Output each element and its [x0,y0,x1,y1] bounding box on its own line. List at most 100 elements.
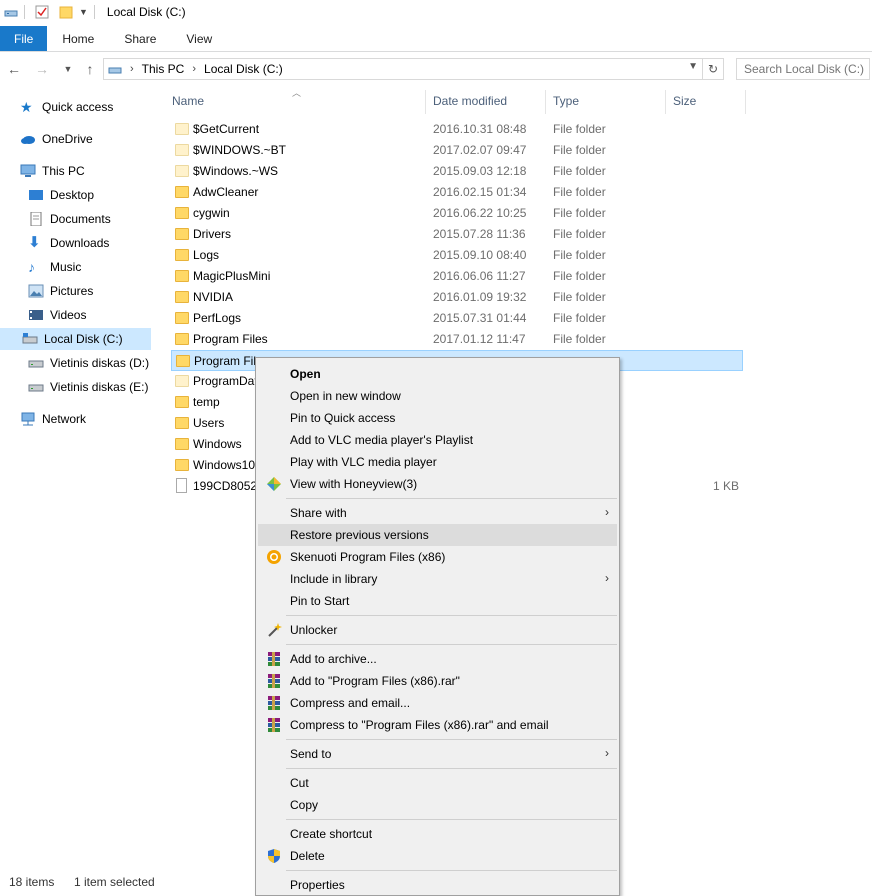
menu-item-label: Add to archive... [290,652,377,666]
file-date: 2015.07.28 11:36 [433,227,526,241]
menu-item-cut[interactable]: Cut [258,772,617,794]
folder-icon [175,375,189,387]
winrar-icon [268,696,280,710]
menu-item-vlc-playlist[interactable]: Add to VLC media player's Playlist [258,429,617,451]
nav-documents[interactable]: Documents [28,208,111,230]
column-divider[interactable] [665,90,666,114]
breadcrumb-local-disk[interactable]: Local Disk (C:) [204,62,283,76]
menu-item-label: Unlocker [290,623,338,637]
navigation-pane: ★ Quick access OneDrive This PC Desktop … [0,88,155,873]
column-header-name[interactable]: Name [172,88,204,114]
breadcrumb-chevron-icon[interactable]: › [192,63,196,75]
nav-music[interactable]: ♪ Music [28,256,81,278]
tab-home[interactable]: Home [47,26,109,51]
file-row[interactable]: PerfLogs 2015.07.31 01:44 File folder [171,308,743,329]
file-row[interactable]: NVIDIA 2016.01.09 19:32 File folder [171,287,743,308]
nav-drive-e[interactable]: Vietinis diskas (E:) [28,376,148,398]
tab-view[interactable]: View [171,26,227,51]
file-row[interactable]: cygwin 2016.06.22 10:25 File folder [171,203,743,224]
address-bar[interactable]: › This PC › Local Disk (C:) ▼ [103,58,703,80]
file-row[interactable]: Program Files 2017.01.12 11:47 File folder [171,329,743,350]
drive-icon[interactable] [4,5,18,19]
menu-item-pin-start[interactable]: Pin to Start [258,590,617,612]
menu-item-open-new-window[interactable]: Open in new window [258,385,617,407]
menu-item-share-with[interactable]: Share with › [258,502,617,524]
file-name: NVIDIA [193,290,234,304]
folder-icon [176,355,190,367]
new-folder-icon[interactable] [59,5,73,19]
address-dropdown-chevron-icon[interactable]: ▼ [688,61,698,72]
file-row[interactable]: $Windows.~WS 2015.09.03 12:18 File folder [171,161,743,182]
file-row[interactable]: $WINDOWS.~BT 2017.02.07 09:47 File folder [171,140,743,161]
column-divider[interactable] [745,90,746,114]
nav-downloads[interactable]: ⬇ Downloads [28,232,109,254]
winrar-icon [268,718,280,732]
file-date: 2016.02.15 01:34 [433,185,527,199]
tab-file[interactable]: File [0,26,48,51]
menu-item-copy[interactable]: Copy [258,794,617,816]
folder-icon [175,459,189,471]
nav-local-disk-c[interactable]: Local Disk (C:) [0,328,151,350]
breadcrumb-this-pc[interactable]: This PC [142,62,185,76]
back-arrow-icon[interactable]: ← [2,57,26,81]
refresh-icon[interactable]: ↻ [703,58,724,80]
menu-item-scan[interactable]: Skenuoti Program Files (x86) [258,546,617,568]
menu-item-compress-rar-email[interactable]: Compress to "Program Files (x86).rar" an… [258,714,617,736]
file-row[interactable]: Logs 2015.09.10 08:40 File folder [171,245,743,266]
file-name: Program Files [193,332,268,346]
file-name: $Windows.~WS [193,164,279,178]
recent-locations-chevron-icon[interactable]: ▼ [56,57,80,81]
drive-icon [28,360,44,368]
column-header-size[interactable]: Size [673,88,696,114]
menu-separator [286,768,617,769]
menu-item-honeyview[interactable]: View with Honeyview(3) [258,473,617,495]
nav-drive-d[interactable]: Vietinis diskas (D:) [28,352,149,374]
menu-item-restore-previous-versions[interactable]: Restore previous versions [258,524,617,546]
column-divider[interactable] [545,90,546,114]
menu-item-properties[interactable]: Properties [258,874,617,896]
file-row[interactable]: Drivers 2015.07.28 11:36 File folder [171,224,743,245]
menu-item-add-rar[interactable]: Add to "Program Files (x86).rar" [258,670,617,692]
file-type: File folder [553,290,606,304]
properties-icon[interactable] [35,5,49,19]
menu-item-label: Skenuoti Program Files (x86) [290,550,446,564]
submenu-chevron-icon: › [605,571,609,585]
column-divider[interactable] [425,90,426,114]
breadcrumb-chevron-icon[interactable]: › [130,63,134,75]
nav-videos[interactable]: Videos [28,304,86,326]
menu-item-open[interactable]: Open [258,363,617,385]
nav-quick-access[interactable]: ★ Quick access [20,96,113,118]
menu-item-delete[interactable]: Delete [258,845,617,867]
menu-item-include-library[interactable]: Include in library › [258,568,617,590]
nav-desktop[interactable]: Desktop [28,184,94,206]
nav-this-pc[interactable]: This PC [20,160,85,182]
menu-item-unlocker[interactable]: Unlocker [258,619,617,641]
menu-item-create-shortcut[interactable]: Create shortcut [258,823,617,845]
nav-onedrive[interactable]: OneDrive [20,128,93,150]
this-pc-icon [108,67,122,74]
column-header-type[interactable]: Type [553,88,579,114]
file-name: Users [193,416,225,430]
menu-item-pin-quick-access[interactable]: Pin to Quick access [258,407,617,429]
nav-pictures[interactable]: Pictures [28,280,93,302]
status-item-count: 18 items [9,875,55,889]
column-header-date[interactable]: Date modified [433,88,507,114]
nav-network[interactable]: Network [20,408,86,430]
submenu-chevron-icon: › [605,746,609,760]
menu-item-label: Compress to "Program Files (x86).rar" an… [290,718,549,732]
menu-item-vlc-play[interactable]: Play with VLC media player [258,451,617,473]
nav-this-pc-label: This PC [42,164,85,178]
file-row[interactable]: $GetCurrent 2016.10.31 08:48 File folder [171,119,743,140]
file-row[interactable]: MagicPlusMini 2016.06.06 11:27 File folder [171,266,743,287]
menu-item-compress-email[interactable]: Compress and email... [258,692,617,714]
file-name: $GetCurrent [193,122,260,136]
up-arrow-icon[interactable]: ↑ [78,57,102,81]
antivirus-icon [267,550,281,564]
menu-item-add-archive[interactable]: Add to archive... [258,648,617,670]
file-row[interactable]: AdwCleaner 2016.02.15 01:34 File folder [171,182,743,203]
menu-item-send-to[interactable]: Send to › [258,743,617,765]
quick-access-toolbar-dropdown-icon[interactable]: ▼ [79,7,88,17]
tab-share[interactable]: Share [109,26,171,51]
search-input[interactable] [736,58,870,80]
forward-arrow-icon[interactable]: → [30,57,54,81]
